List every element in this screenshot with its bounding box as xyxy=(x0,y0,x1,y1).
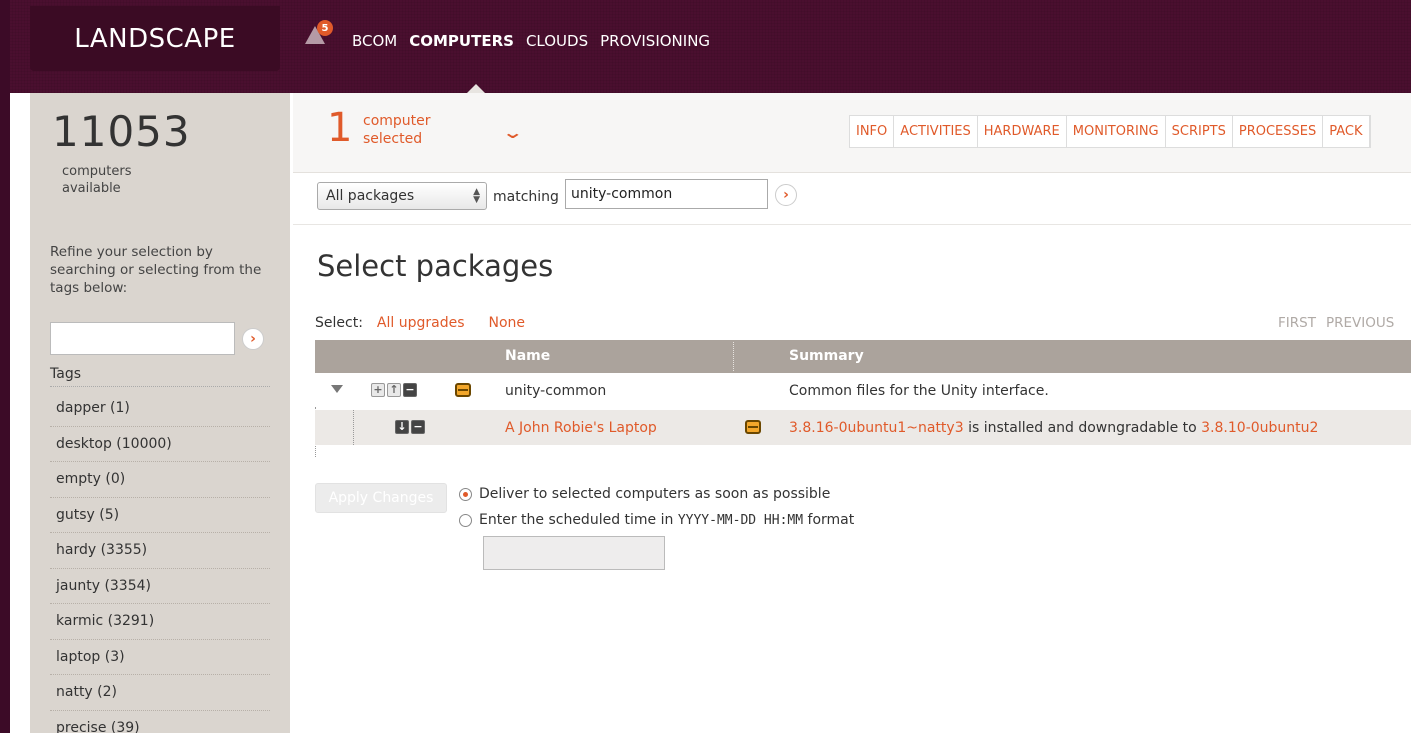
package-summary: Common files for the Unity interface. xyxy=(789,383,1049,399)
computer-tabs: INFO ACTIVITIES HARDWARE MONITORING SCRI… xyxy=(849,115,1371,148)
remove-icon[interactable]: − xyxy=(403,383,417,397)
select-links: Select: All upgrades None xyxy=(315,315,525,331)
package-row: + ↑ − unity-common Common files for the … xyxy=(315,375,1411,407)
package-version-status: 3.8.16-0ubuntu1~natty3 is installed and … xyxy=(789,420,1318,436)
package-name[interactable]: unity-common xyxy=(505,383,606,399)
nav-bcom[interactable]: BCOM xyxy=(352,32,397,50)
tab-monitoring[interactable]: MONITORING xyxy=(1067,116,1166,147)
chevron-right-icon: › xyxy=(783,187,789,203)
page-title: Select packages xyxy=(317,249,554,283)
package-icon xyxy=(455,383,471,397)
tag-item[interactable]: desktop (10000) xyxy=(50,427,270,462)
selected-count: 1 xyxy=(327,105,353,151)
tag-item[interactable]: dapper (1) xyxy=(50,391,270,427)
tag-item[interactable]: natty (2) xyxy=(50,675,270,711)
scheduled-suffix: format xyxy=(803,512,855,528)
tab-processes[interactable]: PROCESSES xyxy=(1233,116,1324,147)
selection-header: 1 computer selected ⌄ INFO ACTIVITIES HA… xyxy=(293,93,1411,173)
downgrade-icon[interactable]: ↓ xyxy=(395,420,409,434)
tag-item[interactable]: precise (39) xyxy=(50,711,270,733)
table-header: Name Summary xyxy=(315,340,1411,373)
apply-changes-button[interactable]: Apply Changes xyxy=(315,483,447,513)
tab-packages[interactable]: PACK xyxy=(1323,116,1370,147)
tag-search-go-button[interactable]: › xyxy=(242,328,264,350)
computer-package-row: ↓ − A John Robie's Laptop 3.8.16-0ubuntu… xyxy=(315,410,1411,445)
chevron-right-icon: › xyxy=(250,331,256,347)
computer-count-label: computers available xyxy=(62,163,202,197)
version-status-text: is installed and downgradable to xyxy=(963,420,1202,436)
scheduled-format: YYYY-MM-DD HH:MM xyxy=(677,513,804,528)
installed-version-link[interactable]: 3.8.16-0ubuntu1~natty3 xyxy=(789,420,964,436)
matching-label: matching xyxy=(493,189,559,205)
package-search-go-button[interactable]: › xyxy=(775,184,797,206)
select-label: Select: xyxy=(315,315,363,331)
selected-label: computer selected xyxy=(363,112,431,148)
package-icon xyxy=(745,420,761,434)
sidebar: 11053 computers available Refine your se… xyxy=(30,93,290,733)
pager-first[interactable]: FIRST xyxy=(1278,315,1316,331)
tag-item[interactable]: empty (0) xyxy=(50,462,270,498)
deliver-asap-radio[interactable] xyxy=(459,488,472,501)
tab-info[interactable]: INFO xyxy=(850,116,895,147)
tag-search-input[interactable] xyxy=(50,322,235,355)
upgrade-icon[interactable]: ↑ xyxy=(387,383,401,397)
tab-scripts[interactable]: SCRIPTS xyxy=(1166,116,1233,147)
selected-label-line1: computer xyxy=(363,113,431,129)
left-edge xyxy=(0,0,10,733)
tab-hardware[interactable]: HARDWARE xyxy=(978,116,1067,147)
install-icon[interactable]: + xyxy=(371,383,385,397)
nav-provisioning[interactable]: PROVISIONING xyxy=(600,32,710,50)
tags-heading: Tags xyxy=(50,366,270,387)
active-nav-indicator xyxy=(467,84,485,93)
column-divider xyxy=(733,342,734,371)
nav-clouds[interactable]: CLOUDS xyxy=(526,32,588,50)
tag-list: dapper (1) desktop (10000) empty (0) gut… xyxy=(50,391,270,733)
package-filter-value: All packages xyxy=(326,188,415,204)
alerts-button[interactable]: 5 xyxy=(305,20,333,48)
count-label-line2: available xyxy=(62,181,121,196)
select-none-link[interactable]: None xyxy=(489,315,526,331)
computer-count: 11053 xyxy=(52,107,191,156)
alert-count-badge: 5 xyxy=(317,20,333,36)
tag-item[interactable]: karmic (3291) xyxy=(50,604,270,640)
computer-name-link[interactable]: A John Robie's Laptop xyxy=(505,420,657,436)
tag-item[interactable]: jaunty (3354) xyxy=(50,569,270,604)
count-label-line1: computers xyxy=(62,164,132,179)
pager: FIRST PREVIOUS xyxy=(1278,315,1394,331)
tag-item[interactable]: laptop (3) xyxy=(50,640,270,675)
remove-icon[interactable]: − xyxy=(411,420,425,434)
select-arrows-icon: ▲ ▼ xyxy=(473,187,480,205)
package-filter-select[interactable]: All packages ▲ ▼ xyxy=(317,182,487,210)
tree-guide xyxy=(353,410,354,445)
tag-item[interactable]: gutsy (5) xyxy=(50,498,270,533)
main-panel: 1 computer selected ⌄ INFO ACTIVITIES HA… xyxy=(293,93,1411,733)
collapse-triangle-icon[interactable] xyxy=(331,385,343,393)
package-filter-row: All packages ▲ ▼ matching unity-common › xyxy=(293,173,1411,225)
deliver-asap-label: Deliver to selected computers as soon as… xyxy=(479,486,831,502)
scheduled-time-label: Enter the scheduled time in YYYY-MM-DD H… xyxy=(479,512,854,528)
refine-text: Refine your selection by searching or se… xyxy=(50,244,262,296)
main-nav: BCOM COMPUTERS CLOUDS PROVISIONING xyxy=(352,32,710,50)
chevron-down-icon[interactable]: ⌄ xyxy=(502,123,523,142)
column-name[interactable]: Name xyxy=(505,348,550,364)
scheduled-time-input[interactable] xyxy=(483,536,665,570)
tag-item[interactable]: hardy (3355) xyxy=(50,533,270,569)
select-all-upgrades-link[interactable]: All upgrades xyxy=(377,315,465,331)
target-version-link[interactable]: 3.8.10-0ubuntu2 xyxy=(1201,420,1318,436)
scheduled-time-radio[interactable] xyxy=(459,514,472,527)
pager-previous[interactable]: PREVIOUS xyxy=(1326,315,1394,331)
tab-activities[interactable]: ACTIVITIES xyxy=(894,116,978,147)
column-summary[interactable]: Summary xyxy=(789,348,864,364)
package-search-input[interactable]: unity-common xyxy=(565,179,768,209)
landscape-logo[interactable]: LANDSCAPE xyxy=(30,6,280,71)
scheduled-prefix: Enter the scheduled time in xyxy=(479,512,678,528)
nav-computers[interactable]: COMPUTERS xyxy=(409,32,514,50)
selected-label-line2: selected xyxy=(363,131,423,147)
